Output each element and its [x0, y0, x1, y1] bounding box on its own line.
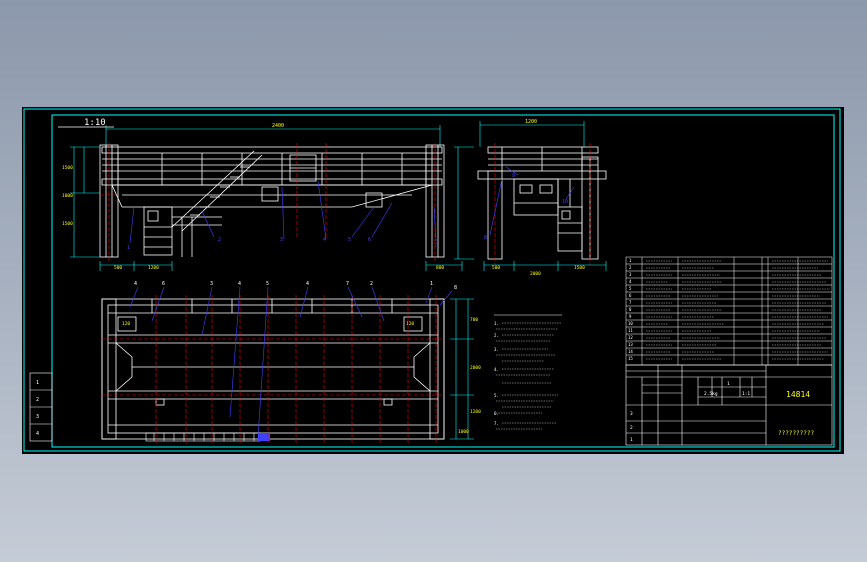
plan-walkway	[145, 432, 261, 442]
front-elevation: 2400 1500 1000 1500 500 1200 800 1 2 3 4…	[62, 123, 463, 271]
part-label: 8	[454, 285, 457, 291]
title-weight: 2.5kg	[704, 391, 718, 397]
dim-top-span: 2400	[272, 123, 284, 129]
view-label: 1:10	[58, 118, 114, 128]
technical-notes: 1. 2. 3. 4. 5. 6. 7.	[494, 314, 562, 430]
bom-row-no: 11	[628, 328, 633, 333]
dim-plan-left: 120	[406, 321, 414, 327]
revision-strip-cell: 1	[36, 380, 39, 386]
part-label: 9	[512, 173, 515, 179]
part-label: 10	[562, 199, 568, 205]
dim-side-base: 500	[492, 265, 500, 271]
title-scale: 1:1	[742, 391, 750, 397]
part-label: 8	[484, 235, 487, 241]
dim-plan-right: 1200	[470, 409, 481, 415]
part-label: 6	[368, 237, 371, 243]
part-label: 5	[348, 237, 351, 243]
bom-row-no: 8	[629, 307, 632, 312]
drawing-canvas: 1 2 3 4 1:10 2400 1500 1000 1500 500 120…	[23, 108, 841, 452]
part-label: 2	[370, 281, 373, 287]
bom-row-no: 15	[628, 356, 633, 361]
part-label: 1	[127, 245, 130, 251]
bom-row-no: 2	[629, 265, 632, 270]
bom-fill-lines	[646, 260, 830, 360]
part-label: 7	[434, 243, 437, 249]
part-label: 6	[162, 281, 165, 287]
bom-row-no: 5	[629, 286, 632, 291]
bom-row-no: 13	[628, 342, 633, 347]
part-label: 4	[306, 281, 309, 287]
dim-base-left: 1200	[148, 265, 159, 271]
bom-row-no: 12	[628, 335, 633, 340]
bom-row-no: 4	[629, 279, 632, 284]
note-item: 1.	[494, 321, 499, 326]
note-item: 7.	[494, 421, 499, 426]
bom-table	[625, 256, 833, 366]
part-label: 5	[266, 281, 269, 287]
part-label: 7	[346, 281, 349, 287]
part-label: 4	[323, 237, 326, 243]
part-label: 1	[430, 281, 433, 287]
note-item: 4.	[494, 367, 499, 372]
revision-strip	[29, 372, 53, 442]
bom-row-no: 7	[629, 300, 632, 305]
revision-strip-cell: 2	[36, 397, 39, 403]
bom-row-no: 1	[629, 258, 632, 263]
dim-left-height: 1000	[62, 193, 73, 199]
drawing-number: 14814	[786, 390, 810, 399]
title-revision: 2	[630, 425, 633, 431]
dim-left-height: 1500	[62, 165, 73, 171]
note-item: 2.	[494, 333, 499, 338]
dim-side-base: 2000	[530, 271, 541, 277]
view-scale-label: 1:10	[84, 118, 106, 128]
bom-row-no: 14	[628, 349, 633, 354]
note-item: 5.	[494, 393, 499, 398]
title-sheet: 1	[727, 381, 730, 387]
dim-plan-right: 700	[470, 317, 478, 323]
side-elevation: 1200 500 2000 1500 8 9 10	[454, 119, 607, 277]
dim-base-left: 500	[114, 265, 122, 271]
dim-side-span: 1200	[525, 119, 537, 125]
dim-plan-right: 2000	[470, 365, 481, 371]
part-label: 4	[238, 281, 241, 287]
revision-strip-cell: 4	[36, 431, 39, 437]
dim-left-height: 1500	[62, 221, 73, 227]
revision-strip-cell: 3	[36, 414, 39, 420]
dim-plan-left: 120	[122, 321, 130, 327]
dim-side-base-right: 1500	[574, 265, 585, 271]
cad-viewport[interactable]: 1 2 3 4 1:10 2400 1500 1000 1500 500 120…	[22, 107, 844, 454]
note-item: 3.	[494, 347, 499, 352]
dim-plan-right: 1000	[458, 429, 469, 435]
company-name: ??????????	[778, 430, 815, 437]
part-label: 3	[210, 281, 213, 287]
plan-view: 700 2000 1200 1000 120 120 4 6 3 4 5 4 7…	[101, 281, 481, 445]
part-label: 2	[218, 237, 221, 243]
bom-row-no: 6	[629, 293, 632, 298]
bom-row-no: 3	[629, 272, 632, 277]
part-label: 3	[280, 237, 283, 243]
title-revision: 1	[630, 437, 633, 443]
bom-row-no: 9	[629, 314, 632, 319]
note-item: 6.	[494, 411, 499, 416]
title-revision: 3	[630, 411, 633, 417]
bom-row-no: 10	[628, 321, 633, 326]
part-label: 4	[134, 281, 137, 287]
dim-base-right: 800	[436, 265, 444, 271]
